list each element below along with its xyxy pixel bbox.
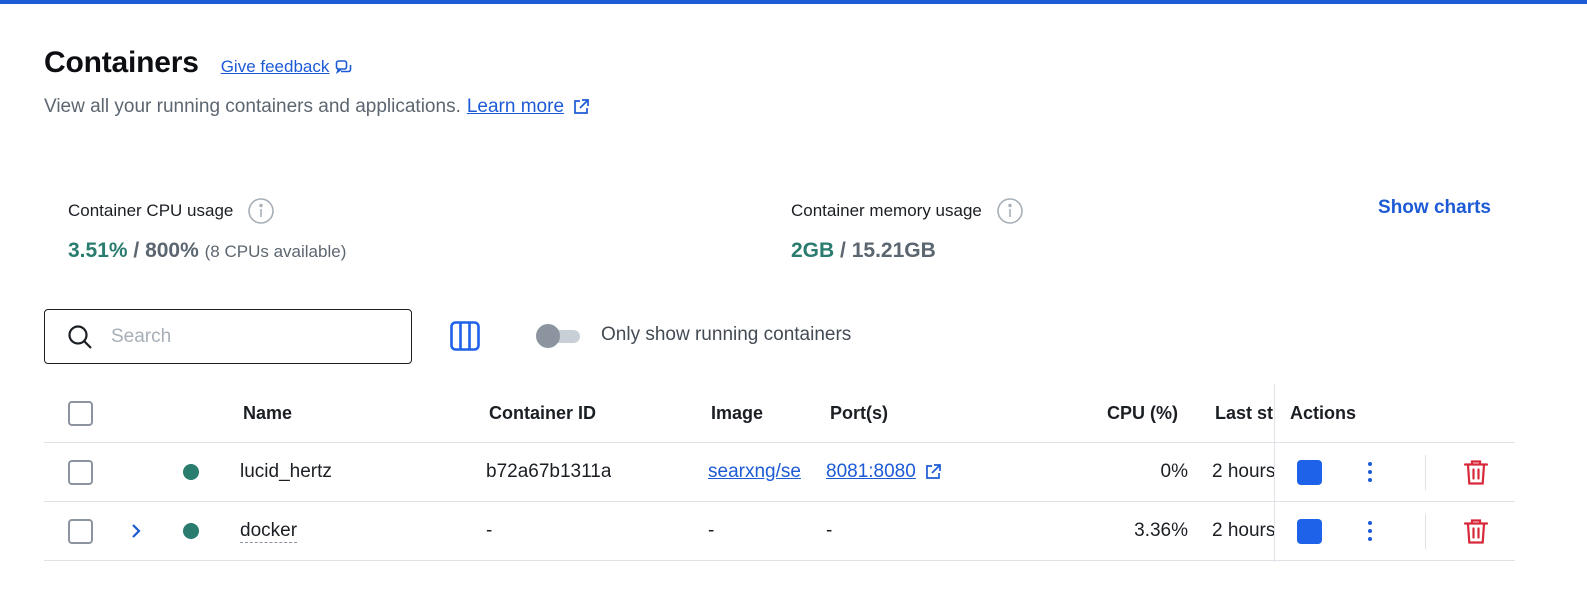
container-name[interactable]: docker: [240, 520, 298, 543]
column-header-last-started[interactable]: Last st: [1215, 384, 1273, 442]
containers-table: Name Container ID Image Port(s) CPU (%) …: [44, 384, 1515, 562]
learn-more-label: Learn more: [466, 96, 565, 117]
memory-usage-stat: Container memory usage 2GB / 15.21GB: [791, 197, 1024, 263]
cpu-used: 3.51%: [68, 239, 128, 262]
column-header-ports[interactable]: Port(s): [830, 384, 888, 442]
status-cell: [183, 443, 199, 501]
page-header: Containers Give feedback: [44, 46, 353, 80]
column-header-name[interactable]: Name: [243, 384, 292, 442]
select-all-cell: [68, 384, 93, 442]
container-name[interactable]: lucid_hertz: [240, 443, 332, 501]
image-cell: searxng/se: [708, 443, 816, 501]
stop-cell: [1297, 443, 1322, 501]
memory-used: 2GB: [791, 239, 835, 262]
columns-icon: [450, 321, 480, 351]
delete-cell: [1463, 443, 1489, 501]
memory-usage-label: Container memory usage: [791, 201, 982, 220]
ports-cell: -: [826, 520, 833, 541]
ports-cell: 8081:8080: [826, 443, 942, 501]
info-icon[interactable]: [996, 197, 1024, 225]
external-link-icon[interactable]: [924, 463, 942, 481]
memory-separator: /: [840, 239, 846, 262]
image-cell: -: [708, 520, 715, 541]
cpu-note: (8 CPUs available): [204, 242, 347, 261]
container-id: b72a67b1311a: [486, 461, 612, 482]
table-header-row: Name Container ID Image Port(s) CPU (%) …: [44, 384, 1515, 443]
info-icon[interactable]: [247, 197, 275, 225]
search-icon: [68, 324, 92, 349]
running-status-dot: [183, 464, 199, 480]
learn-more-link[interactable]: Learn more: [467, 96, 590, 118]
row-select-cell: [68, 443, 93, 501]
image-link[interactable]: searxng/se: [708, 461, 801, 483]
external-link-icon: [574, 99, 589, 114]
running-status-dot: [183, 523, 199, 539]
delete-cell: [1463, 502, 1489, 560]
show-charts-button[interactable]: Show charts: [1378, 197, 1491, 219]
row-checkbox[interactable]: [68, 518, 93, 544]
container-name-cell: docker: [240, 502, 298, 560]
cpu-total: 800%: [145, 239, 199, 262]
kebab-menu-icon[interactable]: [1364, 519, 1376, 543]
stop-cell: [1297, 502, 1322, 560]
toggle-thumb: [536, 324, 560, 348]
cpu-usage-label-row: Container CPU usage: [68, 197, 346, 225]
page-title: Containers: [44, 46, 199, 79]
search-box[interactable]: [44, 309, 412, 364]
page-subtitle: View all your running containers and app…: [44, 96, 590, 118]
kebab-menu-icon[interactable]: [1364, 460, 1376, 484]
memory-usage-label-row: Container memory usage: [791, 197, 1024, 225]
last-started-cell: 2 hours: [1212, 520, 1274, 541]
actions-separator: [1425, 455, 1426, 490]
more-cell: [1364, 502, 1376, 560]
cpu-usage-value: 3.51% / 800% (8 CPUs available): [68, 239, 346, 263]
cpu-cell: 3.36%: [1134, 520, 1188, 541]
feedback-chat-icon: [336, 59, 352, 74]
status-cell: [183, 502, 199, 560]
only-running-toggle[interactable]: [536, 323, 580, 349]
column-header-actions: Actions: [1290, 402, 1357, 423]
select-all-checkbox[interactable]: [68, 400, 93, 426]
row-select-cell: [68, 502, 93, 560]
give-feedback-label: Give feedback: [220, 57, 330, 76]
memory-usage-value: 2GB / 15.21GB: [791, 239, 1024, 263]
stop-icon[interactable]: [1297, 518, 1322, 544]
only-running-label: Only show running containers: [601, 324, 852, 345]
cpu-usage-label: Container CPU usage: [68, 201, 234, 220]
cpu-separator: /: [133, 239, 140, 262]
port-link[interactable]: 8081:8080: [826, 461, 916, 483]
table-row[interactable]: lucid_hertz b72a67b1311a searxng/se 8081…: [44, 443, 1515, 502]
top-accent-bar: [0, 0, 1587, 4]
trash-icon[interactable]: [1463, 518, 1489, 545]
column-header-image[interactable]: Image: [711, 384, 763, 442]
container-id: -: [486, 520, 493, 541]
row-checkbox[interactable]: [68, 459, 93, 485]
expand-cell: [130, 502, 142, 560]
column-header-container-id[interactable]: Container ID: [489, 384, 596, 442]
memory-total: 15.21GB: [851, 239, 936, 262]
cpu-cell: 0%: [1160, 461, 1188, 482]
table-row[interactable]: docker - - - 3.36% 2 hours: [44, 502, 1515, 561]
column-header-cpu[interactable]: CPU (%): [1107, 384, 1178, 442]
more-cell: [1364, 443, 1376, 501]
chevron-right-icon[interactable]: [130, 523, 142, 539]
actions-separator: [1425, 514, 1426, 549]
stop-icon[interactable]: [1297, 459, 1322, 485]
trash-icon[interactable]: [1463, 459, 1489, 486]
columns-toggle-button[interactable]: [449, 320, 481, 357]
give-feedback-link[interactable]: Give feedback: [221, 57, 354, 77]
cpu-usage-stat: Container CPU usage 3.51% / 800% (8 CPUs…: [68, 197, 346, 263]
subtitle-text: View all your running containers and app…: [44, 96, 461, 117]
search-input[interactable]: [111, 325, 371, 348]
last-started-cell: 2 hours: [1212, 461, 1274, 482]
